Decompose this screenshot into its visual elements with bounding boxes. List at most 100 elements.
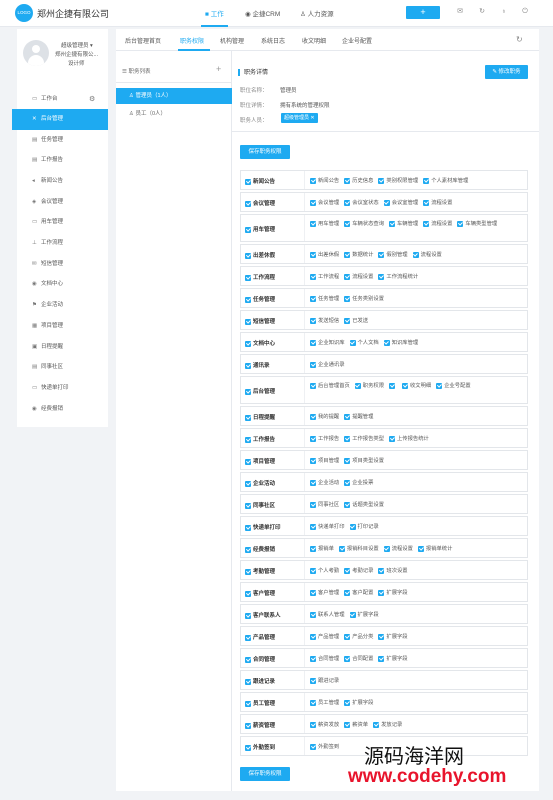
option-checkbox[interactable] — [378, 633, 385, 640]
option-checkbox[interactable] — [344, 721, 351, 728]
permission-option[interactable]: 扩展字段 — [378, 653, 408, 665]
option-checkbox[interactable] — [310, 611, 316, 618]
module-checkbox[interactable] — [245, 656, 251, 663]
option-checkbox[interactable] — [310, 457, 316, 464]
permission-option[interactable]: 客户配置 — [344, 587, 373, 599]
tab-admin-home[interactable]: 后台管理首页 — [125, 36, 161, 45]
permission-option[interactable]: 车辆状态查询 — [344, 218, 384, 230]
permission-option[interactable]: 扩展字段 — [344, 697, 373, 709]
option-checkbox[interactable] — [310, 295, 316, 302]
bulb-icon[interactable]: ♁ — [500, 8, 508, 16]
gear-icon[interactable]: ⚙ — [89, 89, 95, 110]
permission-option[interactable]: 客户管理 — [310, 587, 339, 599]
option-checkbox[interactable] — [344, 457, 351, 464]
module-checkbox[interactable] — [245, 590, 251, 597]
tab-enterprise-config[interactable]: 企业号配置 — [342, 36, 372, 45]
option-checkbox[interactable] — [378, 589, 385, 596]
sidebar-item-news[interactable]: ◂ 新闻公告 — [17, 171, 108, 192]
permission-option[interactable]: 用车管理 — [310, 218, 339, 230]
option-checkbox[interactable] — [349, 339, 356, 346]
option-checkbox[interactable] — [310, 251, 316, 258]
option-checkbox[interactable] — [310, 523, 316, 530]
permission-option[interactable]: 后台管理首页 — [310, 380, 350, 392]
nav-hr[interactable]: ♙ 人力资源 — [300, 8, 334, 18]
power-icon[interactable]: ⏻ — [521, 8, 529, 16]
option-checkbox[interactable] — [344, 655, 351, 662]
permission-option[interactable]: 已发送 — [344, 315, 368, 327]
option-checkbox[interactable] — [338, 545, 345, 552]
permission-module[interactable]: 工作流程 — [245, 273, 275, 281]
permission-option[interactable]: 我的提醒 — [310, 411, 339, 423]
sidebar-item-sms[interactable]: ✉ 短信管理 — [17, 254, 108, 275]
permission-option[interactable]: 流程设置 — [423, 197, 452, 209]
refresh-icon[interactable]: ↻ — [478, 8, 486, 16]
option-checkbox[interactable] — [349, 523, 356, 530]
module-checkbox[interactable] — [245, 226, 251, 233]
module-checkbox[interactable] — [245, 362, 251, 369]
option-checkbox[interactable] — [344, 501, 351, 508]
permission-option[interactable]: 车辆类型管理 — [457, 218, 497, 230]
permission-option[interactable]: 合同管理 — [310, 653, 339, 665]
permission-option[interactable]: 企业通讯录 — [310, 359, 345, 371]
option-checkbox[interactable] — [378, 177, 385, 184]
permission-option[interactable]: 企业知识库 — [310, 337, 345, 349]
permission-option[interactable]: 个人考勤 — [310, 565, 339, 577]
permission-module[interactable]: 快递单打印 — [245, 523, 281, 531]
option-checkbox[interactable] — [310, 177, 316, 184]
option-checkbox[interactable] — [310, 382, 316, 389]
option-checkbox[interactable] — [423, 220, 430, 227]
option-checkbox[interactable] — [344, 273, 351, 280]
option-checkbox[interactable] — [378, 273, 385, 280]
permission-module[interactable]: 通讯录 — [245, 361, 270, 369]
mail-icon[interactable]: ✉ — [456, 8, 464, 16]
module-checkbox[interactable] — [245, 340, 251, 347]
option-checkbox[interactable] — [310, 435, 316, 442]
option-checkbox[interactable] — [402, 382, 408, 389]
user-name[interactable]: 超级管理员 ▾ — [61, 41, 93, 49]
sidebar-item-community[interactable]: ▤ 同事社区 — [17, 357, 108, 378]
sidebar-item-express[interactable]: ▭ 快递单打印 — [17, 378, 108, 399]
module-checkbox[interactable] — [245, 318, 251, 325]
option-checkbox[interactable] — [310, 361, 316, 368]
option-checkbox[interactable] — [349, 611, 356, 618]
option-checkbox[interactable] — [310, 589, 316, 596]
permission-module[interactable]: 出差休假 — [245, 251, 275, 259]
permission-module[interactable]: 企业活动 — [245, 479, 275, 487]
option-checkbox[interactable] — [378, 567, 385, 574]
module-checkbox[interactable] — [245, 524, 251, 531]
permission-module[interactable]: 经费报销 — [245, 545, 275, 553]
permission-module[interactable]: 会议管理 — [245, 199, 275, 207]
option-checkbox[interactable] — [310, 501, 316, 508]
permission-option[interactable]: 新闻公告 — [310, 175, 339, 187]
option-checkbox[interactable] — [310, 339, 316, 346]
option-checkbox[interactable] — [310, 220, 316, 227]
option-checkbox[interactable] — [344, 295, 351, 302]
module-checkbox[interactable] — [245, 414, 251, 421]
permission-option[interactable]: 任务管理 — [310, 293, 339, 305]
permission-module[interactable]: 薪资管理 — [245, 721, 275, 729]
sidebar-item-docs[interactable]: ◉ 文档中心 — [17, 274, 108, 295]
option-checkbox[interactable] — [378, 251, 385, 258]
option-checkbox[interactable] — [344, 567, 351, 574]
module-checkbox[interactable] — [245, 274, 251, 281]
sidebar-item-expenses[interactable]: ◉ 经费报销 — [17, 399, 108, 420]
option-checkbox[interactable] — [344, 199, 351, 206]
permission-option[interactable]: 会议室状态 — [344, 197, 379, 209]
permission-option[interactable]: 车辆管理 — [389, 218, 418, 230]
option-checkbox[interactable] — [344, 413, 351, 420]
module-checkbox[interactable] — [245, 744, 251, 751]
module-checkbox[interactable] — [245, 296, 251, 303]
option-checkbox[interactable] — [310, 273, 316, 280]
permission-module[interactable]: 合同管理 — [245, 655, 275, 663]
permission-option[interactable]: 数据统计 — [344, 249, 373, 261]
permission-module[interactable]: 员工管理 — [245, 699, 275, 707]
permission-option[interactable]: 工作报告 — [310, 433, 339, 445]
permission-module[interactable]: 任务管理 — [245, 295, 275, 303]
permission-option[interactable]: 出差休假 — [310, 249, 339, 261]
option-checkbox[interactable] — [344, 177, 351, 184]
permission-module[interactable]: 同事社区 — [245, 501, 275, 509]
permission-option[interactable]: 工作报告类型 — [344, 433, 384, 445]
module-checkbox[interactable] — [245, 634, 251, 641]
option-checkbox[interactable] — [423, 199, 430, 206]
sidebar-item-meetings[interactable]: ◈ 会议管理 — [17, 192, 108, 213]
